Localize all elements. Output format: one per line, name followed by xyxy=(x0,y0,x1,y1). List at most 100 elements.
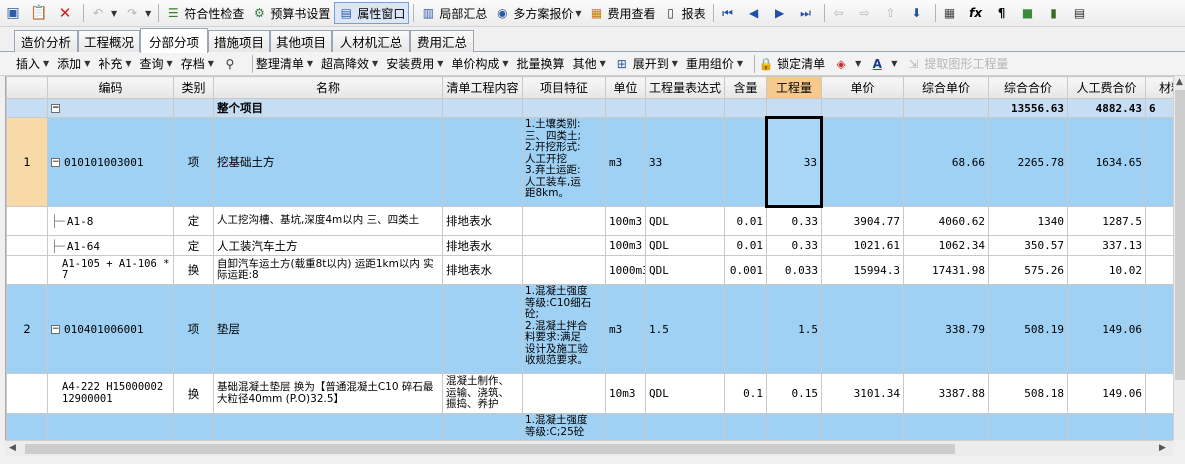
content-cell[interactable] xyxy=(442,413,523,440)
scroll-right-icon[interactable]: ▶ xyxy=(1159,443,1166,453)
content-cell[interactable] xyxy=(442,284,523,374)
add-button[interactable]: 添加 ▼ xyxy=(57,55,90,72)
feature-cell[interactable] xyxy=(522,235,606,256)
last-button[interactable]: ⏭ xyxy=(795,2,820,24)
code-cell[interactable]: A4-222 H15000002 12900001 xyxy=(47,373,174,414)
cost-view-button[interactable]: ▦ 费用查看 xyxy=(586,2,659,24)
col-content[interactable]: 清单工程内容 xyxy=(442,76,523,99)
redo-button[interactable]: ↷ ▼ xyxy=(121,2,154,24)
delete-button[interactable]: ✕ xyxy=(54,2,79,24)
list-button[interactable]: ▤ xyxy=(1069,2,1094,24)
unit-cell[interactable]: 100m3 xyxy=(605,235,646,256)
col-type[interactable]: 类别 xyxy=(173,76,214,99)
type-cell[interactable]: 换 xyxy=(173,373,214,414)
feature-cell[interactable] xyxy=(522,373,606,414)
col-unit[interactable]: 单位 xyxy=(605,76,646,99)
expr-cell[interactable] xyxy=(645,413,725,440)
tab-labor-material-summary[interactable]: 人材机汇总 xyxy=(332,30,410,52)
move-left-button[interactable]: ⇦ xyxy=(828,2,853,24)
type-cell[interactable]: 定 xyxy=(173,206,214,236)
name-cell[interactable]: 挖基础土方 xyxy=(213,117,443,207)
feature-cell[interactable]: 1.混凝土强度 等级:C10细石 砼; 2.混凝土拌合 料要求:满足 设计及施工… xyxy=(522,284,606,374)
undo-button[interactable]: ↶ ▼ xyxy=(87,2,120,24)
save-button[interactable]: ▣ xyxy=(2,2,27,24)
prev-button[interactable]: ◀ xyxy=(743,2,768,24)
paste-button[interactable]: 📋 xyxy=(28,2,53,24)
feature-cell[interactable] xyxy=(522,255,606,285)
reuse-price-button[interactable]: 重用组价 ▼ xyxy=(686,55,743,72)
qty-cell[interactable]: 0.15 xyxy=(766,373,822,414)
calculator-button[interactable]: ▦ xyxy=(939,2,964,24)
query-button[interactable]: 查询 ▼ xyxy=(140,55,173,72)
code-cell[interactable]: ├─ A1-64 xyxy=(47,235,174,256)
table-row[interactable]: A1-105 + A1-106 * 7 换 自卸汽车运土方(载重8t以内) 运距… xyxy=(6,255,1173,285)
vertical-scrollbar[interactable]: ▲ xyxy=(1173,76,1185,440)
comp-total-cell[interactable]: 575.26 xyxy=(988,255,1068,285)
comp-total-cell[interactable]: 2265.78 xyxy=(988,117,1068,207)
unit-price-cell[interactable] xyxy=(821,117,904,207)
tab-cost-analysis[interactable]: 造价分析 xyxy=(14,30,78,52)
unit-cell[interactable]: m3 xyxy=(605,284,646,374)
comp-unit-cell[interactable]: 1062.34 xyxy=(903,235,989,256)
organize-list-button[interactable]: 整理清单 ▼ xyxy=(256,55,313,72)
code-cell[interactable] xyxy=(47,413,174,440)
comp-unit-cell[interactable]: 17431.98 xyxy=(903,255,989,285)
install-fee-button[interactable]: 安装费用 ▼ xyxy=(386,55,443,72)
table-row[interactable]: ├─ A1-8 定 人工挖沟槽、基坑,深度4m以内 三、四类土 排地表水 100m… xyxy=(6,206,1173,236)
unit-price-cell[interactable]: 1021.61 xyxy=(821,235,904,256)
col-unit-price[interactable]: 单价 xyxy=(821,76,904,99)
unit-price-cell[interactable]: 3101.34 xyxy=(821,373,904,414)
col-material[interactable]: 材料 xyxy=(1145,76,1173,99)
insert-button[interactable]: 插入 ▼ xyxy=(16,55,49,72)
unit-cell[interactable]: m3 xyxy=(605,117,646,207)
expr-cell[interactable]: 33 xyxy=(645,117,725,207)
content-amt-cell[interactable] xyxy=(724,413,767,440)
comp-unit-cell[interactable] xyxy=(903,413,989,440)
col-feature[interactable]: 项目特征 xyxy=(522,76,606,99)
col-comp-total[interactable]: 综合合价 xyxy=(988,76,1068,99)
name-cell[interactable]: 人工挖沟槽、基坑,深度4m以内 三、四类土 xyxy=(213,206,443,236)
unit-composition-button[interactable]: 单价构成 ▼ xyxy=(451,55,508,72)
col-code[interactable]: 编码 xyxy=(47,76,174,99)
name-cell[interactable]: 人工装汽车土方 xyxy=(213,235,443,256)
comp-total-cell[interactable]: 508.19 xyxy=(988,284,1068,374)
book-button[interactable]: ▮ xyxy=(1043,2,1068,24)
name-cell[interactable]: 垫层 xyxy=(213,284,443,374)
tab-sub-items[interactable]: 分部分项 xyxy=(140,28,208,53)
content-cell[interactable]: 排地表水 xyxy=(442,235,523,256)
feature-cell[interactable] xyxy=(522,206,606,236)
col-labor[interactable]: 人工费合价 xyxy=(1067,76,1146,99)
collapse-toggle[interactable]: − xyxy=(47,98,174,118)
code-cell[interactable]: −010401006001 xyxy=(47,284,174,374)
formula-button[interactable]: fx xyxy=(965,2,990,24)
supplement-button[interactable]: 补充 ▼ xyxy=(98,55,131,72)
budget-settings-button[interactable]: ⚙ 预算书设置 xyxy=(248,2,333,24)
expand-to-button[interactable]: ⊞ 展开到 ▼ xyxy=(614,55,678,72)
type-cell[interactable] xyxy=(173,413,214,440)
table-row[interactable]: A4-222 H15000002 12900001 换 基础混凝土垫层 换为【普… xyxy=(6,373,1173,414)
comp-total-cell[interactable]: 350.57 xyxy=(988,235,1068,256)
qty-cell[interactable] xyxy=(766,413,822,440)
tab-project-overview[interactable]: 工程概况 xyxy=(78,30,140,52)
content-amt-cell[interactable] xyxy=(724,284,767,374)
unit-cell[interactable]: 1000m3 xyxy=(605,255,646,285)
col-content-amt[interactable]: 含量 xyxy=(724,76,767,99)
type-cell[interactable]: 项 xyxy=(173,284,214,374)
content-cell[interactable]: 排地表水 xyxy=(442,255,523,285)
type-cell[interactable]: 换 xyxy=(173,255,214,285)
labor-cell[interactable]: 337.13 xyxy=(1067,235,1146,256)
labor-cell[interactable]: 10.02 xyxy=(1067,255,1146,285)
qty-cell[interactable]: 1.5 xyxy=(766,284,822,374)
font-color-button[interactable]: A ▼ xyxy=(869,56,898,72)
content-cell[interactable]: 排地表水 xyxy=(442,206,523,236)
content-amt-cell[interactable]: 0.01 xyxy=(724,235,767,256)
save-archive-button[interactable]: 存档 ▼ xyxy=(181,55,214,72)
comp-unit-cell[interactable]: 338.79 xyxy=(903,284,989,374)
qty-cell-selected[interactable]: 33 xyxy=(765,116,823,208)
find-button[interactable]: ⚲ xyxy=(222,56,241,72)
move-down-button[interactable]: ⬇ xyxy=(906,2,931,24)
qty-cell[interactable]: 0.33 xyxy=(766,235,822,256)
feature-cell[interactable]: 1.土壤类别: 三、四类土; 2.开挖形式: 人工开挖 3.弃土运距: 人工装车… xyxy=(522,117,606,207)
name-cell[interactable] xyxy=(213,413,443,440)
col-expr[interactable]: 工程量表达式 xyxy=(645,76,725,99)
